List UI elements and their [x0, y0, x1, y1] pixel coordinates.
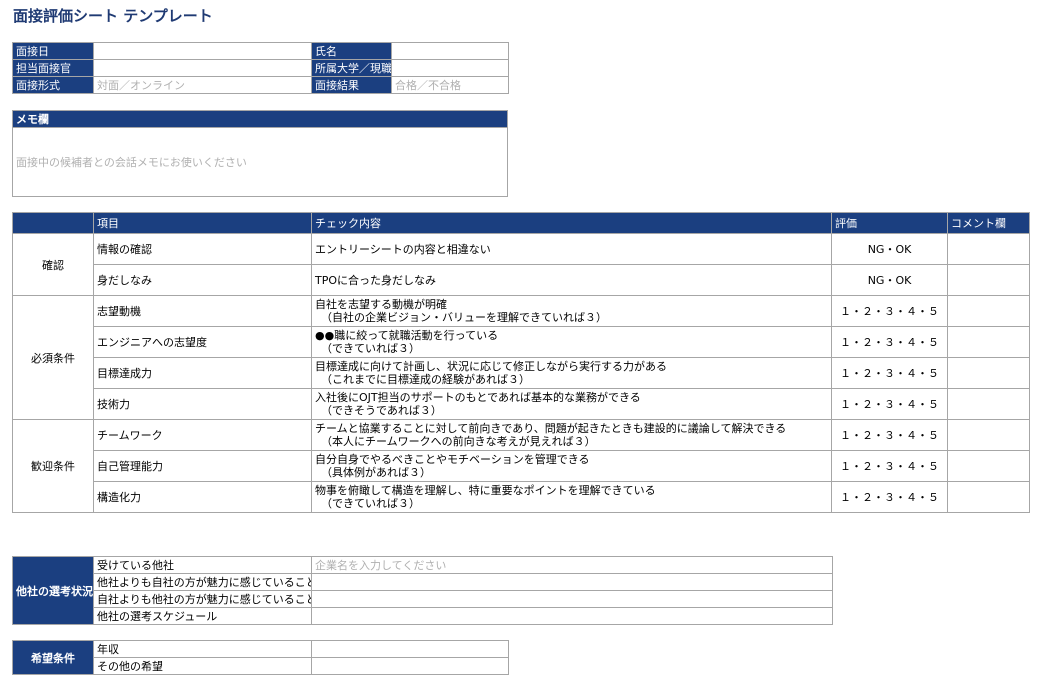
comment-cell[interactable] — [947, 357, 1030, 389]
interviewer-field[interactable] — [93, 59, 312, 77]
check-header: チェック内容 — [311, 212, 832, 234]
check-note: （自社の企業ビジョン・バリューを理解できていれば３） — [321, 311, 607, 324]
item-cell: 身だしなみ — [93, 264, 312, 296]
check-cell: 目標達成に向けて計画し、状況に応じて修正しながら実行する力がある （これまでに目標… — [311, 357, 832, 389]
comment-cell[interactable] — [947, 233, 1030, 265]
category-cell: 歓迎条件 — [12, 419, 94, 513]
comment-cell[interactable] — [947, 295, 1030, 327]
check-note: （本人にチームワークへの前向きな考えが見えれば３） — [321, 435, 596, 448]
check-cell: チームと協業することに対して前向きであり、問題が起きたときも建設的に議論して解決… — [311, 419, 832, 451]
basic-info-table: 面接日 氏名 担当面接官 所属大学／現職 面接形式 対面／オンライン 面接結果 … — [12, 42, 509, 94]
check-cell: 自社を志望する動機が明確 （自社の企業ビジョン・バリューを理解できていれば３） — [311, 295, 832, 327]
check-text: 入社後にOJT担当のサポートのもとであれば基本的な業務ができる — [315, 391, 641, 404]
rating-cell[interactable]: １・２・３・４・５ — [831, 326, 948, 358]
rating-header: 評価 — [831, 212, 948, 234]
memo-table: メモ欄 面接中の候補者との会話メモにお使いください — [12, 110, 508, 197]
result-label: 面接結果 — [311, 76, 392, 94]
item-cell: 志望動機 — [93, 295, 312, 327]
rating-cell[interactable]: NG・OK — [831, 264, 948, 296]
comment-cell[interactable] — [947, 450, 1030, 482]
interview-date-field[interactable] — [93, 42, 312, 60]
memo-field[interactable]: 面接中の候補者との会話メモにお使いください — [12, 127, 508, 197]
page-title: 面接評価シート テンプレート — [13, 7, 213, 25]
format-field[interactable]: 対面／オンライン — [93, 76, 312, 94]
affiliation-label: 所属大学／現職 — [311, 59, 392, 77]
item-cell: 構造化力 — [93, 481, 312, 513]
wish-row-label: 年収 — [93, 640, 312, 658]
name-field[interactable] — [391, 42, 509, 60]
wish-row-label: その他の希望 — [93, 657, 312, 675]
category-header — [12, 212, 94, 234]
other-row-field[interactable] — [311, 607, 833, 625]
item-cell: 情報の確認 — [93, 233, 312, 265]
item-cell: エンジニアへの志望度 — [93, 326, 312, 358]
check-note: （これまでに目標達成の経験があれば３） — [321, 373, 530, 386]
check-cell: ●●職に絞って就職活動を行っている （できていれば３） — [311, 326, 832, 358]
other-row-label: 自社よりも他社の方が魅力に感じていること — [93, 590, 312, 608]
check-text: 自分自身でやるべきことやモチベーションを管理できる — [315, 453, 590, 466]
item-cell: チームワーク — [93, 419, 312, 451]
interview-date-label: 面接日 — [12, 42, 94, 60]
rating-cell[interactable]: １・２・３・４・５ — [831, 357, 948, 389]
rating-cell[interactable]: １・２・３・４・５ — [831, 388, 948, 420]
other-row-field[interactable] — [311, 573, 833, 591]
rating-cell[interactable]: １・２・３・４・５ — [831, 419, 948, 451]
wishes-table: 希望条件 年収 その他の希望 — [12, 640, 509, 675]
other-companies-label: 他社の選考状況 — [12, 556, 94, 625]
comment-cell[interactable] — [947, 419, 1030, 451]
other-row-label: 他社の選考スケジュール — [93, 607, 312, 625]
item-header: 項目 — [93, 212, 312, 234]
check-text: 目標達成に向けて計画し、状況に応じて修正しながら実行する力がある — [315, 360, 667, 373]
comment-header: コメント欄 — [947, 212, 1030, 234]
comment-cell[interactable] — [947, 388, 1030, 420]
affiliation-field[interactable] — [391, 59, 509, 77]
check-text: チームと協業することに対して前向きであり、問題が起きたときも建設的に議論して解決… — [315, 422, 787, 435]
wishes-label: 希望条件 — [12, 640, 94, 675]
memo-label: メモ欄 — [12, 110, 508, 128]
check-cell: 物事を俯瞰して構造を理解し、特に重要なポイントを理解できている （できていれば３） — [311, 481, 832, 513]
rating-cell[interactable]: １・２・３・４・５ — [831, 295, 948, 327]
item-cell: 目標達成力 — [93, 357, 312, 389]
comment-cell[interactable] — [947, 264, 1030, 296]
item-cell: 技術力 — [93, 388, 312, 420]
check-cell: 自分自身でやるべきことやモチベーションを管理できる （具体例があれば３） — [311, 450, 832, 482]
other-row-label: 受けている他社 — [93, 556, 312, 574]
wish-row-field[interactable] — [311, 657, 509, 675]
check-note: （具体例があれば３） — [321, 466, 431, 479]
wish-row-field[interactable] — [311, 640, 509, 658]
check-text: 自社を志望する動機が明確 — [315, 298, 447, 311]
rating-cell[interactable]: NG・OK — [831, 233, 948, 265]
category-cell: 必須条件 — [12, 295, 94, 420]
rating-cell[interactable]: １・２・３・４・５ — [831, 450, 948, 482]
check-cell: 入社後にOJT担当のサポートのもとであれば基本的な業務ができる （できそうであれば… — [311, 388, 832, 420]
check-note: （できていれば３） — [321, 342, 420, 355]
check-cell: TPOに合った身だしなみ — [311, 264, 832, 296]
item-cell: 自己管理能力 — [93, 450, 312, 482]
interviewer-label: 担当面接官 — [12, 59, 94, 77]
check-note: （できそうであれば３） — [321, 404, 442, 417]
other-row-label: 他社よりも自社の方が魅力に感じていること — [93, 573, 312, 591]
rating-cell[interactable]: １・２・３・４・５ — [831, 481, 948, 513]
format-label: 面接形式 — [12, 76, 94, 94]
comment-cell[interactable] — [947, 481, 1030, 513]
other-companies-table: 他社の選考状況 受けている他社 企業名を入力してください 他社よりも自社の方が魅… — [12, 556, 833, 625]
category-cell: 確認 — [12, 233, 94, 296]
check-text: 物事を俯瞰して構造を理解し、特に重要なポイントを理解できている — [315, 484, 656, 497]
comment-cell[interactable] — [947, 326, 1030, 358]
name-label: 氏名 — [311, 42, 392, 60]
result-field[interactable]: 合格／不合格 — [391, 76, 509, 94]
check-note: （できていれば３） — [321, 497, 420, 510]
evaluation-table: 項目 チェック内容 評価 コメント欄 確認 情報の確認 エントリーシートの内容と… — [12, 212, 1030, 513]
other-row-field[interactable]: 企業名を入力してください — [311, 556, 833, 574]
check-cell: エントリーシートの内容と相違ない — [311, 233, 832, 265]
check-text: ●●職に絞って就職活動を行っている — [315, 329, 499, 342]
other-row-field[interactable] — [311, 590, 833, 608]
